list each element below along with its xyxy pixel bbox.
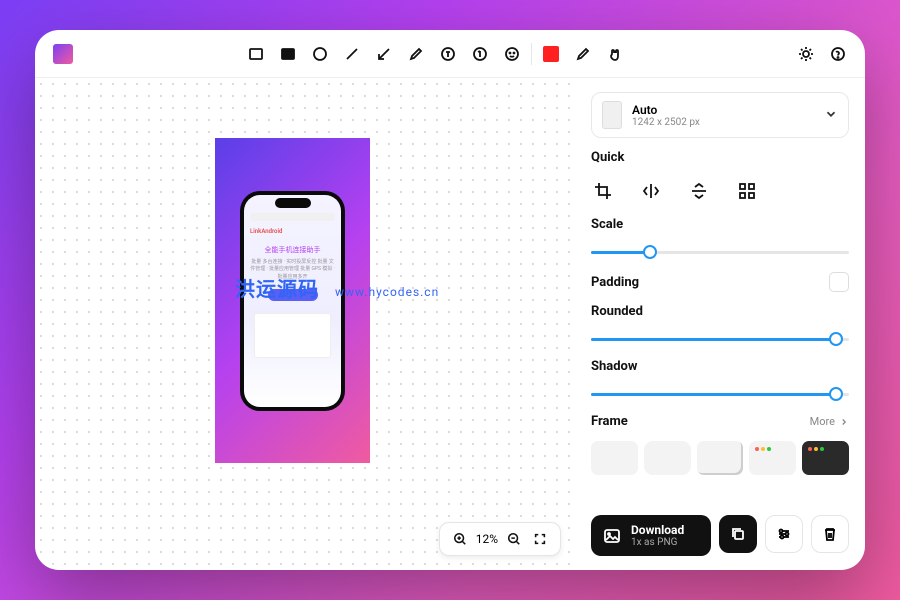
pencil-tool-icon[interactable] [407,45,425,63]
frame-option-mac-dark[interactable] [802,441,849,475]
section-padding: Padding [591,275,639,290]
properties-panel: Auto 1242 x 2502 px Quick Scale Padding … [575,78,865,570]
rounded-slider[interactable] [591,331,849,347]
separator [531,43,532,65]
phone-headline: 全能手机连接助手 [250,245,335,255]
canvas[interactable]: LinkAndroid 全能手机连接助手 批量 多台连接 · 实时投屏反控 批量… [35,78,575,570]
frame-option-rounded[interactable] [644,441,691,475]
phone-screenshot-preview [254,313,331,358]
emoji-tool-icon[interactable] [503,45,521,63]
zoom-controls: 12% [439,522,561,556]
frame-option-none[interactable] [591,441,638,475]
flip-horizontal-icon[interactable] [641,181,661,201]
phone-subtext: 批量 多台连接 · 实时投屏反控 批量 文件管理 · 批量应用管理 批量 GPS… [250,259,335,282]
help-icon[interactable] [829,45,847,63]
theme-toggle-icon[interactable] [797,45,815,63]
size-dimensions: 1242 x 2502 px [632,117,700,128]
chevron-down-icon [824,106,838,125]
copy-button[interactable] [719,515,757,553]
shadow-slider[interactable] [591,386,849,402]
phone-mockup: LinkAndroid 全能手机连接助手 批量 多台连接 · 实时投屏反控 批量… [240,191,345,411]
download-subtitle: 1x as PNG [631,537,684,548]
section-frame: Frame [591,414,628,429]
rectangle-tool-icon[interactable] [247,45,265,63]
zoom-in-icon[interactable] [450,529,470,549]
text-tool-icon[interactable] [439,45,457,63]
quick-actions [591,177,849,205]
size-selector[interactable]: Auto 1242 x 2502 px [591,92,849,138]
main-area: LinkAndroid 全能手机连接助手 批量 多台连接 · 实时投屏反控 批量… [35,78,865,570]
frame-options [591,441,849,475]
scale-slider[interactable] [591,244,849,260]
section-scale: Scale [591,217,849,232]
padding-toggle[interactable] [829,272,849,292]
flip-vertical-icon[interactable] [689,181,709,201]
line-tool-icon[interactable] [343,45,361,63]
app-window: LinkAndroid 全能手机连接助手 批量 多台连接 · 实时投屏反控 批量… [35,30,865,570]
hand-tool-icon[interactable] [606,45,624,63]
section-quick: Quick [591,150,849,165]
filled-rectangle-tool-icon[interactable] [279,45,297,63]
delete-button[interactable] [811,515,849,553]
crop-icon[interactable] [593,181,613,201]
top-toolbar [35,30,865,78]
phone-cta-button [268,289,318,301]
browser-url-bar [250,213,335,221]
phone-notch-icon [275,198,311,208]
zoom-level: 12% [476,532,498,546]
download-button[interactable]: Download 1x as PNG [591,515,711,556]
phone-screen: LinkAndroid 全能手机连接助手 批量 多台连接 · 实时投屏反控 批量… [244,195,341,407]
download-title: Download [631,523,684,537]
fit-screen-icon[interactable] [530,529,550,549]
settings-button[interactable] [765,515,803,553]
section-shadow: Shadow [591,359,849,374]
app-logo-icon[interactable] [53,44,73,64]
color-tools [542,45,624,63]
frame-option-shadow[interactable] [697,441,744,475]
size-mode: Auto [632,103,700,117]
circle-tool-icon[interactable] [311,45,329,63]
grid-icon[interactable] [737,181,757,201]
phone-brand: LinkAndroid [250,228,335,235]
frame-more-button[interactable]: More [810,415,849,428]
frame-option-mac-light[interactable] [749,441,796,475]
color-swatch[interactable] [542,45,560,63]
topbar-right [797,45,847,63]
size-thumbnail-icon [602,101,622,129]
annotation-tools [247,45,521,63]
bottom-actions: Download 1x as PNG [591,515,849,556]
eyedropper-icon[interactable] [574,45,592,63]
arrow-tool-icon[interactable] [375,45,393,63]
counter-tool-icon[interactable] [471,45,489,63]
section-rounded: Rounded [591,304,849,319]
zoom-out-icon[interactable] [504,529,524,549]
artboard[interactable]: LinkAndroid 全能手机连接助手 批量 多台连接 · 实时投屏反控 批量… [215,138,370,463]
